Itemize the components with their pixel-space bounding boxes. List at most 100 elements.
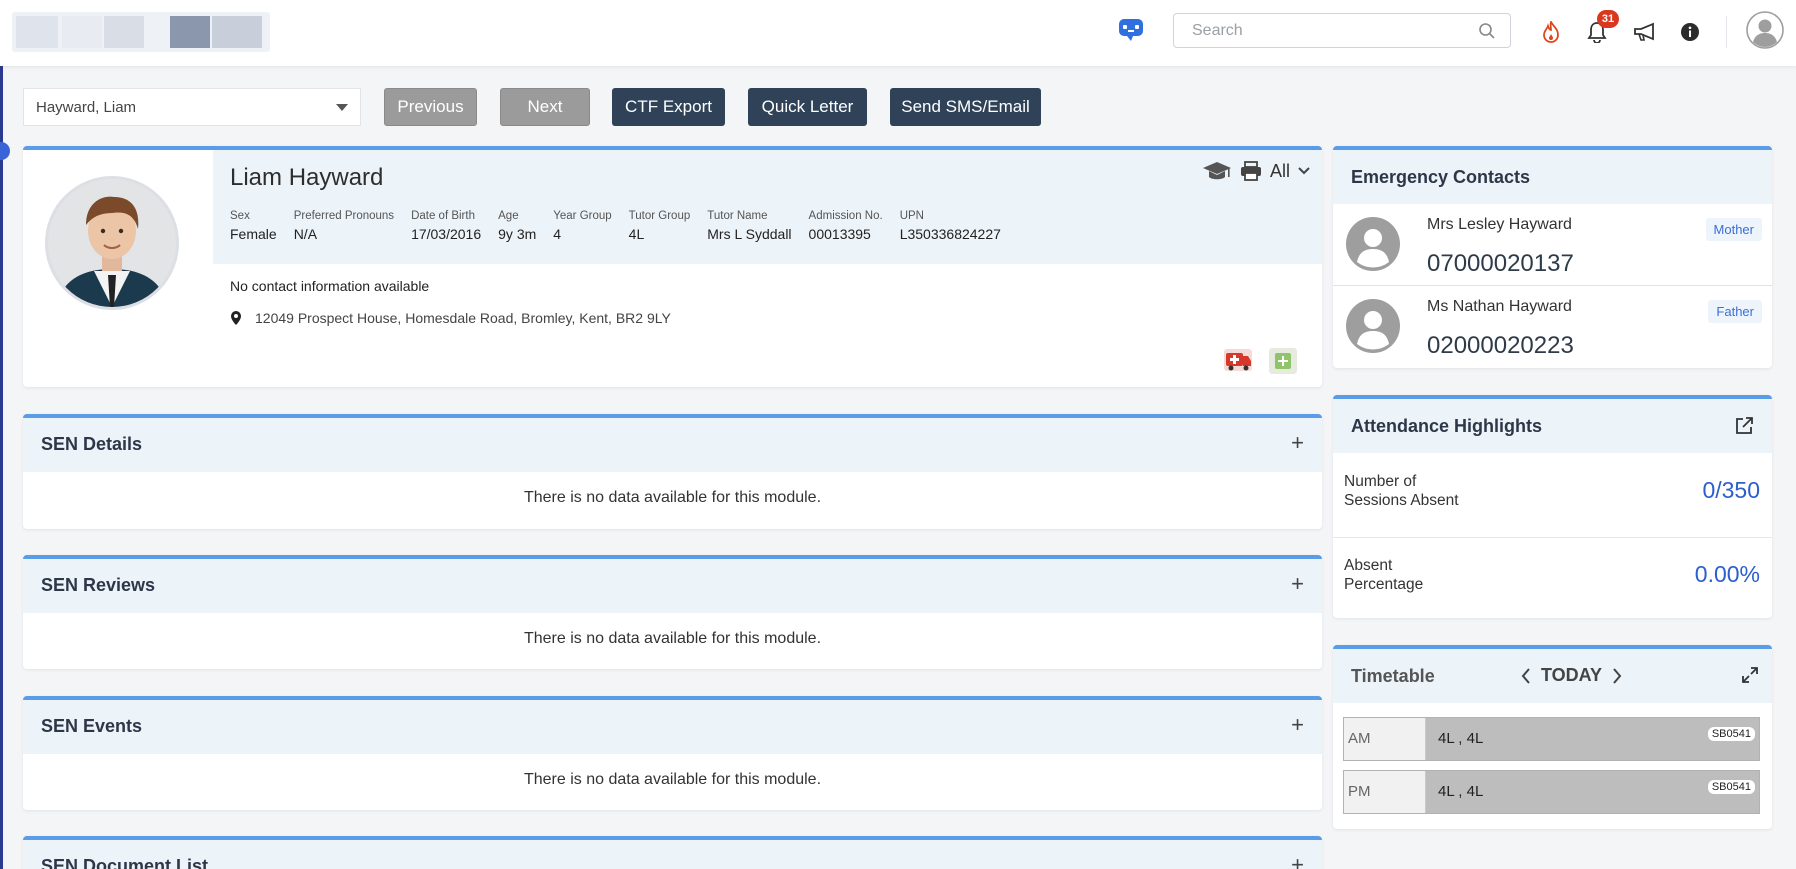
top-bar: 31 <box>0 0 1796 66</box>
timetable-header: Timetable TODAY <box>1333 649 1772 703</box>
sen-document-list-header[interactable]: SEN Document List + <box>23 840 1322 869</box>
empty-message: There is no data available for this modu… <box>523 771 822 788</box>
field-tutor-group: Tutor Group 4L <box>628 210 691 242</box>
empty-message: There is no data available for this modu… <box>523 630 822 647</box>
student-select-value: Hayward, Liam <box>36 98 137 116</box>
search-icon[interactable] <box>1478 22 1496 40</box>
timetable-row[interactable]: AM 4L , 4L SB0541 <box>1343 717 1760 761</box>
fire-icon[interactable] <box>1538 18 1564 46</box>
person-avatar-icon <box>1346 217 1400 271</box>
absent-percentage-label: Absent Percentage <box>1344 557 1424 593</box>
field-upn: UPN L350336824227 <box>899 210 1001 242</box>
attendance-header: Attendance Highlights <box>1333 399 1772 453</box>
chevron-down-icon <box>336 104 348 111</box>
sen-events-card: SEN Events + There is no data available … <box>23 696 1322 810</box>
quick-letter-button[interactable]: Quick Letter <box>748 88 867 126</box>
timetable-nav: TODAY <box>1521 665 1622 686</box>
sen-document-list-card: SEN Document List + <box>23 836 1322 869</box>
expand-icon[interactable] <box>1742 667 1758 683</box>
address-text: 12049 Prospect House, Homesdale Road, Br… <box>255 310 671 326</box>
ctf-export-button[interactable]: CTF Export <box>612 88 725 126</box>
contact-name: Mrs Lesley Hayward <box>1427 216 1572 233</box>
contact-info-text: No contact information available <box>230 278 430 294</box>
ambulance-icon[interactable] <box>1223 346 1253 374</box>
map-pin-icon <box>231 311 241 325</box>
school-logo[interactable] <box>12 12 270 52</box>
period-classes: 4L , 4L <box>1438 783 1484 800</box>
user-avatar[interactable] <box>1745 10 1785 50</box>
sen-details-header[interactable]: SEN Details + <box>23 418 1322 472</box>
left-rail <box>0 66 10 869</box>
graduation-cap-icon[interactable] <box>1202 160 1232 182</box>
person-avatar-icon <box>1346 299 1400 353</box>
contact-name: Ms Nathan Hayward <box>1427 298 1572 315</box>
sen-events-header[interactable]: SEN Events + <box>23 700 1322 754</box>
contact-row[interactable]: Ms Nathan Hayward 02000020223 Father <box>1333 286 1772 368</box>
search-box[interactable] <box>1173 13 1511 48</box>
module-title: SEN Events <box>41 716 143 736</box>
contact-row[interactable]: Mrs Lesley Hayward 07000020137 Mother <box>1333 204 1772 286</box>
expand-plus-icon[interactable]: + <box>1291 430 1304 456</box>
notification-badge: 31 <box>1597 10 1619 28</box>
sen-reviews-card: SEN Reviews + There is no data available… <box>23 555 1322 669</box>
module-title: SEN Document List <box>41 856 209 869</box>
student-profile-card: Liam Hayward All Sex Female Preferred Pro… <box>23 146 1322 387</box>
student-fields: Sex Female Preferred Pronouns N/A Date of … <box>230 210 1018 242</box>
contact-phone[interactable]: 07000020137 <box>1427 250 1574 278</box>
expand-plus-icon[interactable]: + <box>1291 712 1304 738</box>
timetable-row[interactable]: PM 4L , 4L SB0541 <box>1343 770 1760 814</box>
module-title: SEN Details <box>41 434 143 454</box>
topbar-divider <box>1726 16 1727 48</box>
field-tutor-name: Tutor Name Mrs L Syddall <box>707 210 792 242</box>
empty-message: There is no data available for this modu… <box>523 489 822 506</box>
print-icon[interactable] <box>1240 161 1262 181</box>
search-input[interactable] <box>1174 14 1454 47</box>
contact-phone[interactable]: 02000020223 <box>1427 332 1574 360</box>
relation-badge: Mother <box>1705 218 1762 241</box>
sidebar-toggle-icon[interactable] <box>0 142 10 160</box>
absent-percentage-row: Absent Percentage 0.00% <box>1333 538 1772 618</box>
sessions-absent-value: 0/350 <box>1702 477 1760 503</box>
expand-plus-icon[interactable]: + <box>1291 852 1304 869</box>
chevron-down-icon[interactable] <box>1298 167 1310 175</box>
field-year-group: Year Group 4 <box>553 210 612 242</box>
today-button[interactable]: TODAY <box>1541 665 1602 686</box>
info-icon[interactable] <box>1678 20 1702 44</box>
sen-details-card: SEN Details + There is no data available… <box>23 414 1322 529</box>
external-link-icon[interactable] <box>1734 416 1754 436</box>
next-button[interactable]: Next <box>500 88 590 126</box>
profile-header: Liam Hayward All Sex Female Preferred Pro… <box>213 150 1322 264</box>
module-title: SEN Reviews <box>41 575 156 595</box>
absent-percentage-value: 0.00% <box>1694 561 1760 587</box>
card-title: Attendance Highlights <box>1351 416 1543 436</box>
add-medical-button[interactable] <box>1269 348 1297 374</box>
field-dob: Date of Birth 17/03/2016 <box>411 210 482 242</box>
sen-reviews-header[interactable]: SEN Reviews + <box>23 559 1322 613</box>
field-age: Age 9y 3m <box>498 210 537 242</box>
send-sms-email-button[interactable]: Send SMS/Email <box>890 88 1041 126</box>
megaphone-icon[interactable] <box>1631 18 1659 46</box>
chevron-right-icon[interactable] <box>1612 667 1622 684</box>
field-admission-no: Admission No. 00013395 <box>808 210 883 242</box>
period-label: AM <box>1344 718 1426 760</box>
timetable-card: Timetable TODAY AM 4L , 4L SB0541 PM 4L … <box>1333 645 1772 829</box>
emergency-contacts-header: Emergency Contacts <box>1333 150 1772 204</box>
emergency-contacts-card: Emergency Contacts Mrs Lesley Hayward 07… <box>1333 146 1772 368</box>
sessions-absent-row: Number of Sessions Absent 0/350 <box>1333 453 1772 535</box>
attendance-highlights-card: Attendance Highlights Number of Sessions … <box>1333 395 1772 618</box>
student-name: Liam Hayward <box>230 164 384 191</box>
period-label: PM <box>1344 771 1426 813</box>
sessions-absent-label: Number of Sessions Absent <box>1344 473 1459 509</box>
field-sex: Sex Female <box>230 210 277 242</box>
filter-dropdown[interactable]: All <box>1270 161 1290 182</box>
chatbot-icon[interactable] <box>1116 14 1146 44</box>
student-select[interactable]: Hayward, Liam <box>23 88 361 126</box>
card-title: Emergency Contacts <box>1351 167 1531 187</box>
chevron-left-icon[interactable] <box>1521 667 1531 684</box>
plus-icon <box>1275 353 1291 369</box>
card-title: Timetable <box>1351 666 1435 686</box>
previous-button[interactable]: Previous <box>384 88 477 126</box>
field-pronouns: Preferred Pronouns N/A <box>293 210 395 242</box>
expand-plus-icon[interactable]: + <box>1291 571 1304 597</box>
address: 12049 Prospect House, Homesdale Road, Br… <box>230 310 671 326</box>
